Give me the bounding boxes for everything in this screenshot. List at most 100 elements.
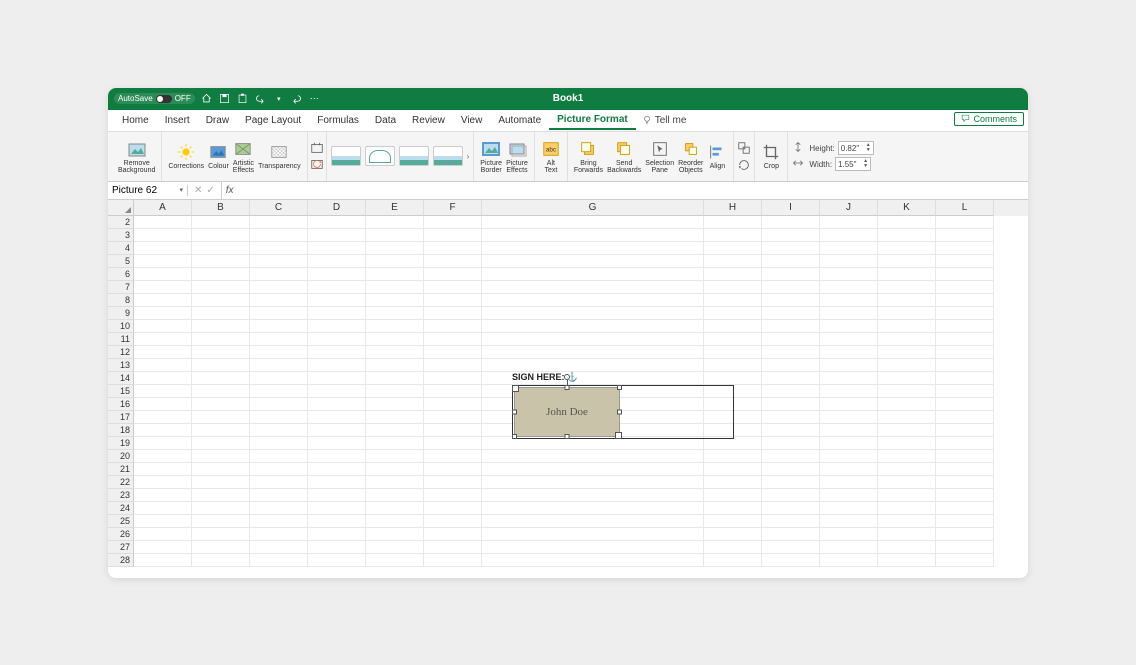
cell[interactable]	[366, 333, 424, 346]
cell[interactable]	[192, 333, 250, 346]
cell[interactable]	[878, 541, 936, 554]
cell[interactable]	[134, 515, 192, 528]
cell[interactable]	[308, 450, 366, 463]
cell[interactable]	[250, 281, 308, 294]
cell[interactable]	[134, 372, 192, 385]
cell-area[interactable]: SIGN HERE:⚓ John Doe	[134, 216, 1028, 567]
row-header[interactable]: 22	[108, 476, 134, 489]
row-header[interactable]: 25	[108, 515, 134, 528]
cell[interactable]	[820, 502, 878, 515]
cell[interactable]	[820, 489, 878, 502]
cell[interactable]	[482, 294, 704, 307]
cell[interactable]	[366, 242, 424, 255]
cell[interactable]	[820, 333, 878, 346]
cell[interactable]	[424, 333, 482, 346]
tab-draw[interactable]: Draw	[198, 112, 237, 129]
cell[interactable]	[134, 359, 192, 372]
cell[interactable]	[366, 268, 424, 281]
cell[interactable]	[878, 294, 936, 307]
col-header-F[interactable]: F	[424, 200, 482, 216]
cell[interactable]	[308, 424, 366, 437]
compress-icon[interactable]	[310, 141, 324, 155]
crop-button[interactable]: Crop	[759, 142, 783, 170]
cell[interactable]	[820, 307, 878, 320]
cell[interactable]	[704, 515, 762, 528]
cell[interactable]	[878, 437, 936, 450]
tab-view[interactable]: View	[453, 112, 491, 129]
cell[interactable]	[878, 242, 936, 255]
cell[interactable]	[134, 242, 192, 255]
cell[interactable]	[192, 502, 250, 515]
tab-page-layout[interactable]: Page Layout	[237, 112, 309, 129]
cell[interactable]	[424, 528, 482, 541]
cell[interactable]	[762, 242, 820, 255]
row-header[interactable]: 27	[108, 541, 134, 554]
cell[interactable]	[820, 268, 878, 281]
cell[interactable]	[936, 502, 994, 515]
cell[interactable]	[424, 437, 482, 450]
cell[interactable]	[482, 476, 704, 489]
cell[interactable]	[936, 229, 994, 242]
cell[interactable]	[424, 242, 482, 255]
cell[interactable]	[704, 294, 762, 307]
cell[interactable]	[482, 320, 704, 333]
cell[interactable]	[704, 268, 762, 281]
cell[interactable]	[482, 554, 704, 567]
cell[interactable]	[134, 333, 192, 346]
cell[interactable]	[704, 346, 762, 359]
cell[interactable]	[308, 229, 366, 242]
cell[interactable]	[192, 346, 250, 359]
cell[interactable]	[704, 216, 762, 229]
cell[interactable]	[308, 515, 366, 528]
cell[interactable]	[762, 541, 820, 554]
cell[interactable]	[424, 372, 482, 385]
col-header-J[interactable]: J	[820, 200, 878, 216]
cell[interactable]	[308, 268, 366, 281]
cell[interactable]	[192, 476, 250, 489]
cell[interactable]	[192, 281, 250, 294]
cell[interactable]	[482, 216, 704, 229]
cell[interactable]	[366, 372, 424, 385]
group-icon[interactable]	[737, 141, 751, 155]
cell[interactable]	[134, 307, 192, 320]
cell[interactable]	[250, 437, 308, 450]
cell[interactable]	[482, 307, 704, 320]
cell[interactable]	[704, 554, 762, 567]
cell[interactable]	[820, 463, 878, 476]
cell[interactable]	[936, 411, 994, 424]
cell[interactable]	[424, 489, 482, 502]
cell[interactable]	[762, 502, 820, 515]
cell[interactable]	[366, 320, 424, 333]
row-header[interactable]: 3	[108, 229, 134, 242]
cell[interactable]	[936, 255, 994, 268]
cell[interactable]	[192, 229, 250, 242]
cell[interactable]	[134, 320, 192, 333]
cell[interactable]	[424, 385, 482, 398]
cell[interactable]	[134, 502, 192, 515]
col-header-L[interactable]: L	[936, 200, 994, 216]
cell[interactable]	[134, 268, 192, 281]
row-header[interactable]: 6	[108, 268, 134, 281]
cell[interactable]	[820, 515, 878, 528]
row-header[interactable]: 4	[108, 242, 134, 255]
home-icon[interactable]	[201, 93, 213, 105]
col-header-B[interactable]: B	[192, 200, 250, 216]
cell[interactable]	[878, 515, 936, 528]
cell[interactable]	[482, 255, 704, 268]
cell[interactable]	[762, 385, 820, 398]
tab-picture-format[interactable]: Picture Format	[549, 111, 636, 130]
signature-picture[interactable]: John Doe	[514, 387, 620, 437]
cell[interactable]	[424, 411, 482, 424]
cell[interactable]	[308, 307, 366, 320]
cell[interactable]	[936, 333, 994, 346]
cell[interactable]	[250, 489, 308, 502]
cell[interactable]	[250, 541, 308, 554]
cell[interactable]	[936, 281, 994, 294]
cell[interactable]	[704, 476, 762, 489]
cell[interactable]	[762, 554, 820, 567]
cell[interactable]	[482, 359, 704, 372]
fx-label[interactable]: fx	[222, 185, 238, 196]
cell[interactable]	[424, 554, 482, 567]
row-header[interactable]: 21	[108, 463, 134, 476]
cell[interactable]	[878, 359, 936, 372]
